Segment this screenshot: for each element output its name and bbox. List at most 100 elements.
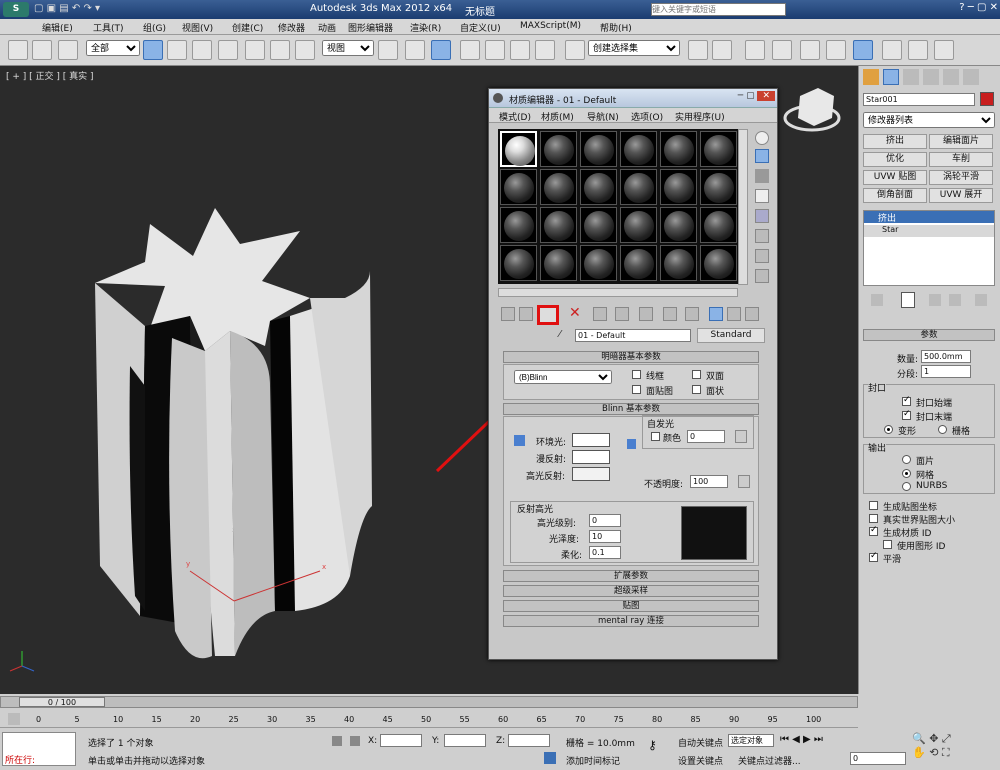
assign-material-icon[interactable]	[537, 305, 559, 325]
link-icon[interactable]	[8, 40, 28, 60]
material-slot[interactable]	[660, 207, 697, 243]
menu-customize[interactable]: 自定义(U)	[460, 21, 501, 34]
material-editor-icon[interactable]	[853, 40, 873, 60]
make-unique-icon[interactable]	[615, 307, 629, 321]
mental-ray-rollout[interactable]: mental ray 连接	[503, 615, 759, 627]
snap-3-icon[interactable]	[460, 40, 480, 60]
supersampling-rollout[interactable]: 超级采样	[503, 585, 759, 597]
rendered-frame-icon[interactable]	[908, 40, 928, 60]
add-time-tag-label[interactable]: 添加时间标记	[566, 754, 620, 767]
lock-map-icon[interactable]	[627, 439, 636, 449]
help-search-input[interactable]	[651, 3, 786, 16]
menu-animation[interactable]: 动画	[318, 21, 336, 34]
material-slot[interactable]	[540, 131, 577, 167]
diffuse-swatch[interactable]	[572, 450, 610, 464]
bind-spacewarp-icon[interactable]	[58, 40, 78, 60]
pin-stack-icon[interactable]	[871, 294, 883, 306]
add-time-tag-icon[interactable]	[544, 752, 556, 764]
put-to-scene-icon[interactable]	[519, 307, 533, 321]
menu-help[interactable]: 帮助(H)	[600, 21, 632, 34]
cap-start-checkbox[interactable]	[902, 395, 911, 406]
selection-filter-select[interactable]: 全部	[86, 40, 140, 56]
render-setup-icon[interactable]	[882, 40, 902, 60]
mod-uvw-map-button[interactable]: UVW 贴图	[863, 170, 927, 185]
app-logo-icon[interactable]: S	[3, 2, 29, 17]
material-name-field[interactable]: 01 - Default	[575, 329, 691, 342]
auto-key-button[interactable]: 自动关键点	[678, 736, 723, 749]
percent-snap-icon[interactable]	[510, 40, 530, 60]
move-icon[interactable]	[245, 40, 265, 60]
mat-menu-material[interactable]: 材质(M)	[541, 110, 574, 123]
amount-field[interactable]: 500.0mm	[921, 350, 971, 363]
angle-snap-icon[interactable]	[485, 40, 505, 60]
menu-modifiers[interactable]: 修改器	[278, 21, 305, 34]
extended-params-rollout[interactable]: 扩展参数	[503, 570, 759, 582]
stack-item-star[interactable]: Star	[864, 225, 994, 237]
material-slot[interactable]	[700, 207, 737, 243]
hierarchy-tab-icon[interactable]	[903, 69, 919, 85]
viewport-label[interactable]: [ + ] [ 正交 ] [ 真实 ]	[6, 69, 94, 82]
lock-ambient-icon[interactable]	[514, 435, 525, 446]
patch-radio[interactable]	[902, 455, 911, 464]
video-color-icon[interactable]	[755, 209, 769, 223]
menu-edit[interactable]: 编辑(E)	[42, 21, 73, 34]
object-color-swatch[interactable]	[980, 92, 994, 106]
material-slot[interactable]	[580, 169, 617, 205]
configure-sets-icon[interactable]	[975, 294, 987, 306]
show-end-result-icon[interactable]	[709, 307, 723, 321]
material-slot[interactable]	[540, 207, 577, 243]
background-icon[interactable]	[755, 169, 769, 183]
backlight-icon[interactable]	[755, 149, 769, 163]
object-name-field[interactable]: Star001	[863, 93, 975, 106]
material-slot[interactable]	[700, 131, 737, 167]
x-coord-field[interactable]	[380, 734, 422, 747]
real-world-checkbox[interactable]	[869, 514, 878, 523]
material-slot[interactable]	[540, 169, 577, 205]
slot-hscrollbar[interactable]	[498, 288, 738, 297]
utilities-tab-icon[interactable]	[963, 69, 979, 85]
time-slider[interactable]: 0 / 100	[0, 696, 858, 708]
edit-named-sel-icon[interactable]	[565, 40, 585, 60]
make-unique-stack-icon[interactable]	[929, 294, 941, 306]
maxscript-listener[interactable]: 所在行:	[2, 732, 76, 766]
shader-rollout-header[interactable]: 明暗器基本参数	[503, 351, 759, 363]
ref-coord-select[interactable]: 视图	[322, 40, 374, 56]
material-slot[interactable]	[500, 169, 537, 205]
pivot-icon[interactable]	[378, 40, 398, 60]
opacity-map-button[interactable]	[738, 475, 750, 488]
y-coord-field[interactable]	[444, 734, 486, 747]
key-filters-button[interactable]: 关键点过滤器...	[738, 754, 801, 767]
material-slot[interactable]	[500, 207, 537, 243]
material-slot[interactable]	[620, 207, 657, 243]
curve-editor-icon[interactable]	[800, 40, 820, 60]
menu-views[interactable]: 视图(V)	[182, 21, 213, 34]
put-to-library-icon[interactable]	[639, 307, 653, 321]
mod-optimize-button[interactable]: 优化	[863, 152, 927, 167]
select-manipulate-icon[interactable]	[405, 40, 425, 60]
material-slot-grid[interactable]	[498, 129, 744, 284]
eyedropper-icon[interactable]: ⁄	[559, 329, 569, 340]
menu-create[interactable]: 创建(C)	[232, 21, 263, 34]
z-coord-field[interactable]	[508, 734, 550, 747]
selected-object-field[interactable]: 选定对象	[728, 734, 774, 747]
mod-bevel-profile-button[interactable]: 倒角剖面	[863, 188, 927, 203]
uv-tiling-icon[interactable]	[755, 189, 769, 203]
gen-map-coords-checkbox[interactable]	[869, 501, 878, 510]
soften-value[interactable]: 0.1	[589, 546, 621, 559]
go-parent-icon[interactable]	[727, 307, 741, 321]
menu-graph-editors[interactable]: 图形编辑器	[348, 21, 393, 34]
params-rollout-header[interactable]: 参数	[863, 329, 995, 341]
material-slot[interactable]	[620, 131, 657, 167]
select-by-name-icon[interactable]	[167, 40, 187, 60]
shader-select[interactable]: (B)Blinn	[514, 370, 612, 384]
select-object-icon[interactable]	[143, 40, 163, 60]
sample-type-icon[interactable]	[755, 131, 769, 145]
set-key-button[interactable]: 设置关键点	[678, 754, 723, 767]
rect-selection-icon[interactable]	[192, 40, 212, 60]
quick-access-toolbar[interactable]: ▢ ▣ ▤ ↶ ↷ ▾	[34, 3, 154, 16]
menu-maxscript[interactable]: MAXScript(M)	[520, 21, 581, 31]
grid-radio[interactable]	[938, 425, 947, 434]
modify-tab-icon[interactable]	[883, 69, 899, 85]
morph-radio[interactable]	[884, 425, 893, 434]
material-slot[interactable]	[700, 245, 737, 281]
